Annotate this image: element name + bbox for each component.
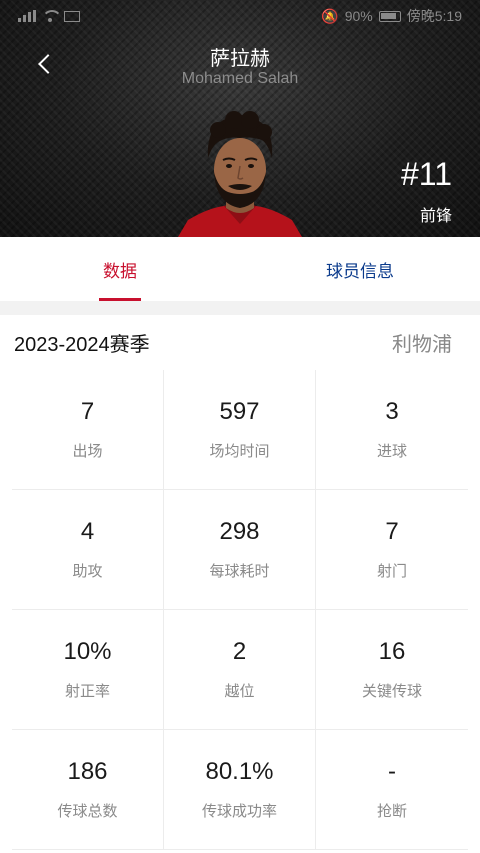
battery-percent: 90% [344, 8, 373, 24]
stat-cell-total-passes: 186 传球总数 [12, 730, 164, 850]
stats-grid: 7 出场 597 场均时间 3 进球 4 助攻 298 每球耗时 7 射门 10… [12, 370, 468, 850]
status-right: 🔕 90% 傍晚5:19 [321, 6, 462, 26]
stat-value: 2 [232, 638, 247, 665]
stat-label: 每球耗时 [209, 563, 270, 580]
player-name-english: Mohamed Salah [181, 70, 299, 87]
stat-cell-tackles: - 抢断 [316, 730, 468, 850]
stat-cell-offsides: 2 越位 [164, 610, 316, 730]
mute-icon: 🔕 [321, 7, 339, 24]
stat-value: - [388, 758, 396, 785]
stat-value: 3 [385, 398, 399, 425]
stat-value: 80.1% [205, 758, 274, 785]
stat-value: 7 [80, 398, 95, 425]
player-name-chinese: 萨拉赫 [210, 48, 270, 70]
stat-cell-goals: 3 进球 [316, 370, 468, 490]
status-left [18, 10, 80, 22]
clock: 傍晚5:19 [406, 8, 462, 24]
player-position: 前锋 [419, 208, 452, 225]
player-photo [178, 111, 302, 237]
stat-cell-avg-minutes: 597 场均时间 [164, 370, 316, 490]
stat-value: 298 [219, 518, 260, 545]
stat-cell-key-passes: 16 关键传球 [316, 610, 468, 730]
stat-label: 传球总数 [57, 803, 118, 820]
stat-label: 射门 [376, 563, 407, 580]
stat-label: 进球 [376, 443, 407, 460]
stat-value: 7 [385, 518, 399, 545]
stat-value: 597 [219, 398, 260, 425]
battery-icon [378, 10, 401, 22]
stat-label: 助攻 [72, 563, 103, 580]
stat-label: 传球成功率 [201, 803, 277, 820]
stat-cell-minutes-per-goal: 298 每球耗时 [164, 490, 316, 610]
stat-label: 越位 [224, 683, 255, 700]
status-bar: 🔕 90% 傍晚5:19 [0, 0, 480, 32]
wifi-icon [42, 10, 62, 22]
stat-value: 16 [378, 638, 406, 665]
stat-value: 4 [80, 518, 95, 545]
stat-label: 关键传球 [361, 683, 422, 700]
tab-bar: 数据 球员信息 [0, 237, 480, 301]
stat-cell-shot-accuracy: 10% 射正率 [12, 610, 164, 730]
season-title: 2023-2024赛季 [14, 334, 150, 356]
mail-icon [64, 10, 80, 22]
tab-player-info-label: 球员信息 [326, 261, 394, 281]
stat-cell-appearances: 7 出场 [12, 370, 164, 490]
stat-cell-assists: 4 助攻 [12, 490, 164, 610]
stat-value: 10% [63, 638, 112, 665]
stat-value: 186 [67, 758, 108, 785]
tab-stats-label: 数据 [103, 261, 137, 281]
stat-cell-shots: 7 射门 [316, 490, 468, 610]
stat-label: 场均时间 [209, 443, 270, 460]
section-divider [0, 301, 480, 315]
stat-label: 抢断 [376, 803, 407, 820]
stat-cell-pass-accuracy: 80.1% 传球成功率 [164, 730, 316, 850]
jersey-number: #11 [400, 156, 452, 192]
player-header: 🔕 90% 傍晚5:19 萨拉赫 Mohamed Salah #11 前锋 [0, 0, 480, 237]
team-name: 利物浦 [392, 334, 452, 356]
stat-label: 射正率 [64, 683, 110, 700]
tab-stats[interactable]: 数据 [0, 237, 240, 301]
signal-icon [18, 10, 36, 22]
stat-label: 出场 [72, 443, 103, 460]
tab-player-info[interactable]: 球员信息 [240, 237, 480, 301]
season-row: 2023-2024赛季 利物浦 [0, 315, 480, 370]
